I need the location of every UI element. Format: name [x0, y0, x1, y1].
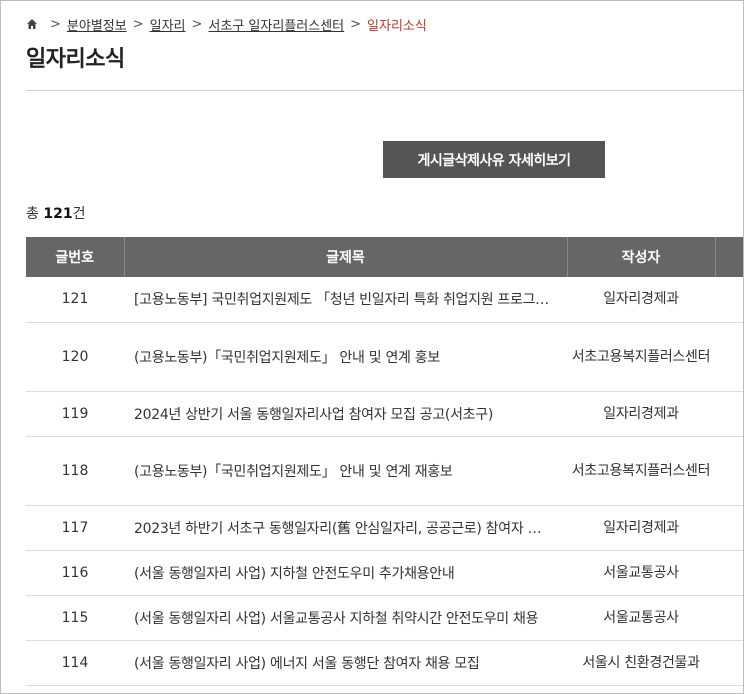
- header-extra: [715, 237, 743, 277]
- total-number: 121: [43, 206, 73, 222]
- row-num: 114: [26, 640, 124, 686]
- row-writer: 일자리경제과: [567, 277, 715, 323]
- table-row[interactable]: 114 (서울 동행일자리 사업) 에너지 서울 동행단 참여자 채용 모집 서…: [26, 640, 743, 686]
- row-extra: [715, 640, 743, 686]
- table-header-row: 글번호 글제목 작성자: [26, 237, 743, 277]
- row-num: 116: [26, 550, 124, 596]
- row-num: 120: [26, 322, 124, 392]
- row-subject-link[interactable]: (고용노동부)「국민취업지원제도」 안내 및 연계 홍보: [124, 322, 567, 392]
- row-writer: 일자리경제과: [567, 391, 715, 437]
- header-num: 글번호: [26, 237, 125, 277]
- row-writer: 서울교통공사: [567, 550, 715, 596]
- page-frame: > 분야별정보 > 일자리 > 서초구 일자리플러스센터 > 일자리소식 일자리…: [0, 0, 744, 694]
- row-writer: 서울교통공사: [567, 595, 715, 641]
- row-subject-link[interactable]: 2024년 상반기 서울 동행일자리사업 참여자 모집 공고(서초구): [124, 391, 567, 437]
- table-row[interactable]: 120 (고용노동부)「국민취업지원제도」 안내 및 연계 홍보 서초고용복지플…: [26, 322, 743, 392]
- breadcrumb-link-jobs-center[interactable]: 서초구 일자리플러스센터: [208, 15, 344, 34]
- row-num: 118: [26, 436, 124, 506]
- deletion-reason-button[interactable]: 게시글삭제사유 자세히보기: [383, 141, 605, 178]
- total-count: 총 121건: [26, 203, 85, 223]
- row-num: 117: [26, 505, 124, 551]
- row-extra: [715, 505, 743, 551]
- row-writer: 일자리경제과: [567, 505, 715, 551]
- title-divider: [26, 90, 743, 91]
- total-suffix: 건: [72, 206, 86, 222]
- breadcrumb-link-field-info[interactable]: 분야별정보: [67, 15, 127, 34]
- row-writer: 서초고용복지플러스센터: [567, 436, 715, 506]
- table-row[interactable]: 116 (서울 동행일자리 사업) 지하철 안전도우미 추가채용안내 서울교통공…: [26, 550, 743, 596]
- row-extra: [715, 391, 743, 437]
- row-subject-link[interactable]: (서울 동행일자리 사업) 에너지 서울 동행단 참여자 채용 모집: [124, 640, 567, 686]
- breadcrumb-separator: >: [191, 16, 203, 32]
- row-extra: [715, 550, 743, 596]
- row-extra: [715, 322, 743, 392]
- table-row[interactable]: 118 (고용노동부)「국민취업지원제도」 안내 및 연계 재홍보 서초고용복지…: [26, 436, 743, 506]
- row-extra: [715, 436, 743, 506]
- row-subject-link[interactable]: [고용노동부] 국민취업지원제도 「청년 빈일자리 특화 취업지원 프로그램」 …: [124, 277, 567, 323]
- table-row[interactable]: 117 2023년 하반기 서초구 동행일자리(舊 안심일자리, 공공근로) 참…: [26, 505, 743, 551]
- row-extra: [715, 277, 743, 323]
- board-table: 글번호 글제목 작성자 121 [고용노동부] 국민취업지원제도 「청년 빈일자…: [26, 237, 743, 686]
- breadcrumb-current: 일자리소식: [367, 18, 427, 34]
- row-subject-link[interactable]: (서울 동행일자리 사업) 지하철 안전도우미 추가채용안내: [124, 550, 567, 596]
- row-subject-link[interactable]: (서울 동행일자리 사업) 서울교통공사 지하철 취약시간 안전도우미 채용: [124, 595, 567, 641]
- row-writer: 서초고용복지플러스센터: [567, 322, 715, 392]
- breadcrumb-separator: >: [350, 16, 362, 32]
- page-title: 일자리소식: [26, 47, 125, 72]
- row-subject-link[interactable]: (고용노동부)「국민취업지원제도」 안내 및 연계 재홍보: [124, 436, 567, 506]
- row-num: 121: [26, 277, 124, 323]
- row-num: 115: [26, 595, 124, 641]
- breadcrumb: > 분야별정보 > 일자리 > 서초구 일자리플러스센터 > 일자리소식: [26, 15, 427, 34]
- breadcrumb-separator: >: [132, 16, 144, 32]
- row-extra: [715, 595, 743, 641]
- home-icon[interactable]: [26, 18, 38, 30]
- table-row[interactable]: 121 [고용노동부] 국민취업지원제도 「청년 빈일자리 특화 취업지원 프로…: [26, 277, 743, 323]
- total-prefix: 총: [26, 206, 39, 222]
- row-subject-link[interactable]: 2023년 하반기 서초구 동행일자리(舊 안심일자리, 공공근로) 참여자 모…: [124, 505, 567, 551]
- breadcrumb-separator: >: [50, 16, 61, 32]
- row-writer: 서울시 친환경건물과: [567, 640, 715, 686]
- row-num: 119: [26, 391, 124, 437]
- header-subject: 글제목: [124, 237, 568, 277]
- breadcrumb-link-jobs[interactable]: 일자리: [150, 15, 186, 34]
- header-writer: 작성자: [567, 237, 716, 277]
- table-row[interactable]: 115 (서울 동행일자리 사업) 서울교통공사 지하철 취약시간 안전도우미 …: [26, 595, 743, 641]
- table-row[interactable]: 119 2024년 상반기 서울 동행일자리사업 참여자 모집 공고(서초구) …: [26, 391, 743, 437]
